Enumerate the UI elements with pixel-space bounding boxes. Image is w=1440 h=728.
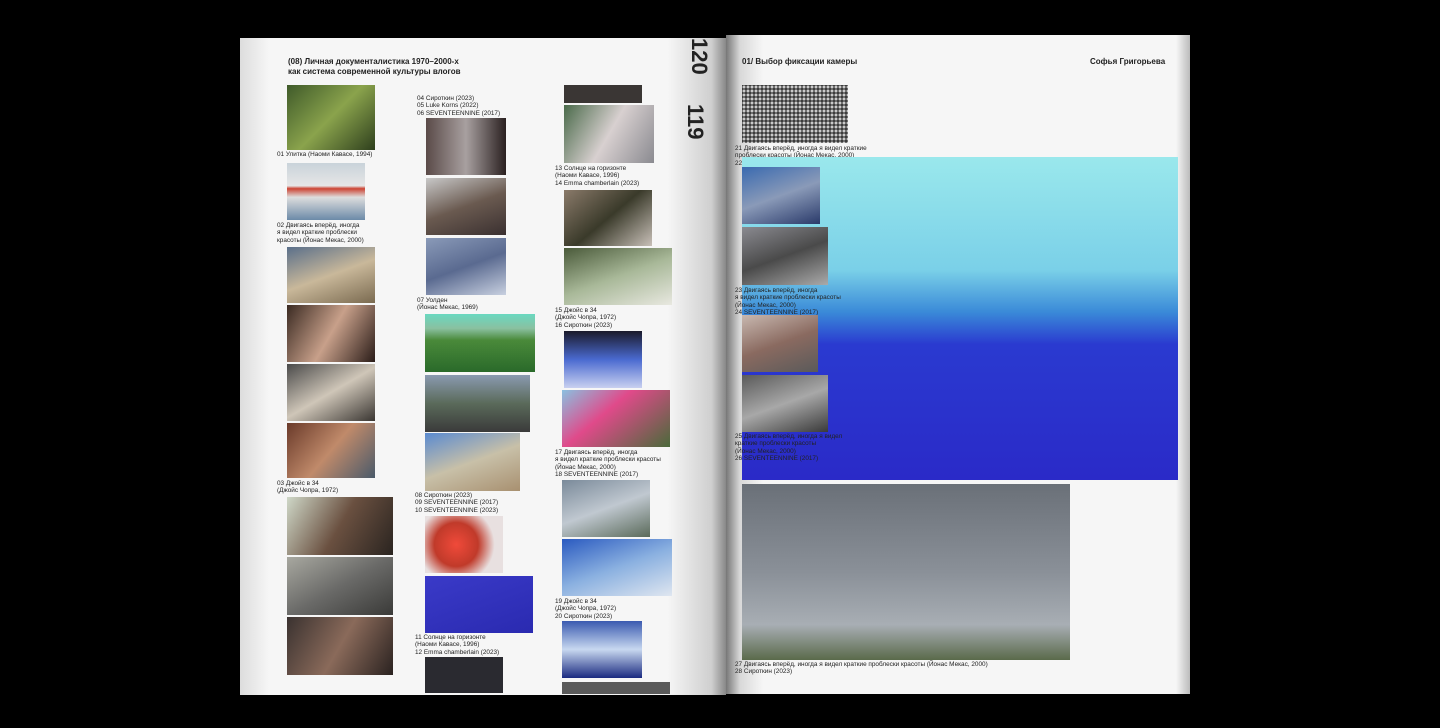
film-still	[564, 248, 672, 305]
caption: 11 Солнце на горизонте (Наоми Кавасе, 19…	[415, 634, 500, 656]
caption: 04 Сироткин (2023) 05 Luke Korns (2022) …	[417, 95, 501, 117]
film-still	[562, 480, 650, 537]
caption: 25 Двигаясь вперёд, иногда я видел кратк…	[735, 433, 843, 462]
film-still	[287, 163, 365, 220]
caption: 13 Солнце на горизонте (Наоми Кавасе, 19…	[555, 165, 640, 187]
film-still	[562, 390, 670, 447]
film-still	[742, 227, 828, 285]
film-still	[287, 617, 393, 675]
film-still	[425, 576, 533, 633]
caption: 07 Уолден (Йонас Мекас, 1969)	[417, 297, 478, 312]
film-still	[425, 516, 503, 573]
film-still	[287, 247, 375, 303]
caption: 17 Двигаясь вперёд, иногда я видел кратк…	[555, 449, 661, 478]
film-still	[425, 433, 520, 491]
film-still	[426, 238, 506, 295]
page-number-120: 120	[687, 38, 712, 75]
film-still	[564, 190, 652, 246]
film-still	[742, 167, 820, 224]
film-still	[287, 557, 393, 615]
film-still	[426, 118, 506, 175]
film-still	[564, 85, 642, 103]
caption: 03 Джойс в 34 (Джойс Чопра, 1972)	[277, 480, 339, 495]
caption: 19 Джойс в 34 (Джойс Чопра, 1972) 20 Сир…	[555, 598, 617, 620]
film-still	[562, 682, 670, 694]
caption: 02 Двигаясь вперёд, иногда я видел кратк…	[277, 222, 364, 244]
film-still	[562, 539, 672, 596]
film-still	[564, 331, 642, 388]
tower-cloudy-sky-still	[742, 484, 1070, 660]
film-still	[564, 105, 654, 163]
film-still	[287, 423, 375, 478]
film-still	[287, 497, 393, 555]
film-still	[742, 375, 828, 432]
caption: 27 Двигаясь вперёд, иногда я видел кратк…	[735, 661, 988, 676]
caption: 01 Улитка (Наоми Кавасе, 1994)	[277, 151, 373, 158]
caption: 15 Джойс в 34 (Джойс Чопра, 1972) 16 Сир…	[555, 307, 617, 329]
film-still	[742, 85, 848, 143]
film-still	[425, 657, 503, 693]
right-page-header: 01/ Выбор фиксации камеры	[742, 57, 858, 66]
film-still	[425, 314, 535, 372]
author-name: Софья Григорьева	[1090, 57, 1166, 66]
film-still	[562, 621, 642, 678]
caption: 23 Двигаясь вперёд, иногда я видел кратк…	[735, 287, 841, 316]
film-still	[287, 85, 375, 150]
page-number-119: 119	[683, 104, 708, 140]
film-still	[287, 305, 375, 362]
film-still	[742, 315, 818, 372]
caption: 08 Сироткин (2023) 09 SEVENTEENNINE (201…	[415, 492, 499, 514]
left-page-header: (08) Личная документалистика 1970–2000-х…	[288, 57, 461, 76]
film-still	[426, 178, 506, 235]
film-still	[287, 364, 375, 421]
film-still	[425, 375, 530, 432]
